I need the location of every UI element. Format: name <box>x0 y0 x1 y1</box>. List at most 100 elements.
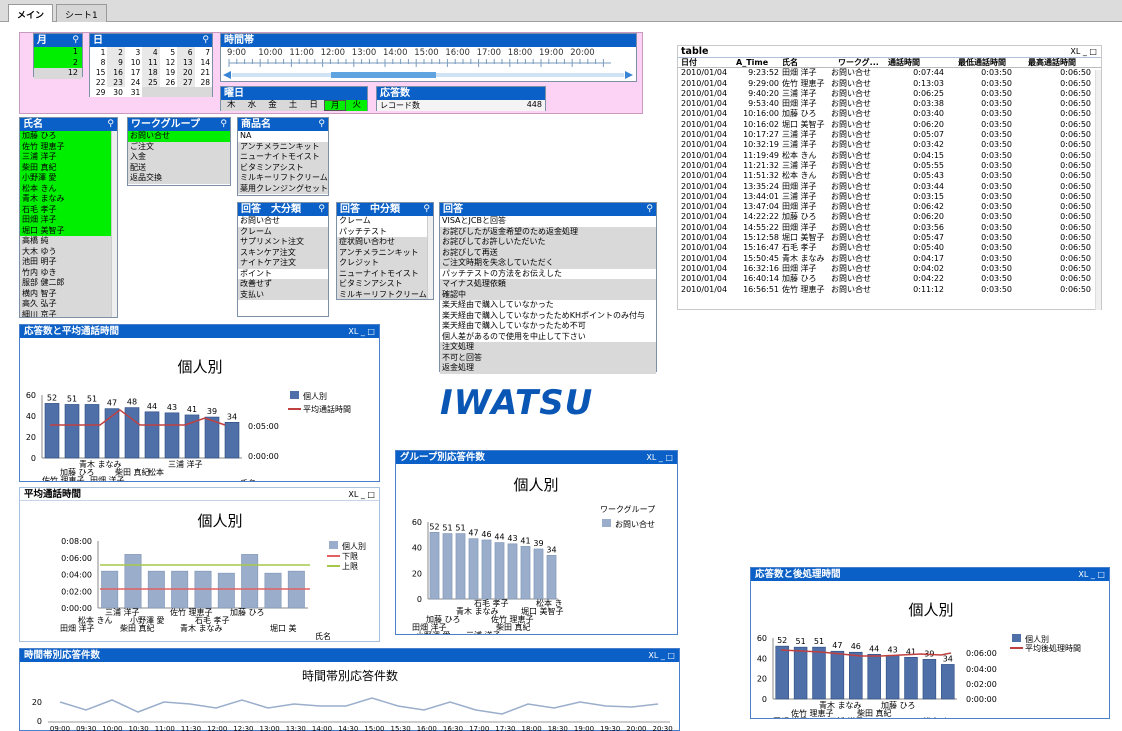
answer-item[interactable]: お詫びしたが返金希望のため返金処理 <box>440 226 656 237</box>
name-item[interactable]: 加藤 ひろ <box>20 131 117 142</box>
answer-item[interactable]: 楽天経由で購入していなかったためKHポイントのみ付与 <box>440 310 656 321</box>
answer-major-item[interactable]: お問い合せ <box>238 216 328 227</box>
window-controls[interactable]: XL _ □ <box>348 488 375 501</box>
answer-item[interactable]: ご注文時期を失念していただく <box>440 258 656 269</box>
day-cell[interactable]: 13 <box>177 57 195 67</box>
weekday-item[interactable]: 火 <box>346 100 368 111</box>
window-controls[interactable]: XL _ □ <box>648 649 675 662</box>
col-duration[interactable]: 通話時間 <box>888 58 954 68</box>
answer-major-item[interactable]: ナイトケア注文 <box>238 258 328 269</box>
weekday-item[interactable]: 水 <box>241 100 263 111</box>
table-row[interactable]: 2010/01/04 16:40:14 加藤 ひろ お問い合せ 0:04:22 0:03:… <box>678 274 1101 284</box>
tab-main[interactable]: メイン <box>8 4 54 23</box>
day-cell[interactable]: 24 <box>124 77 143 87</box>
table-row[interactable]: 2010/01/04 13:35:24 田畑 洋子 お問い合せ 0:03:44 0:03:… <box>678 182 1101 192</box>
answer-item[interactable]: 楽天経由で購入していなかった <box>440 300 656 311</box>
tab-sheet1[interactable]: シート1 <box>56 4 107 22</box>
window-controls[interactable]: XL _ □ <box>646 451 673 464</box>
day-cell[interactable]: 26 <box>159 77 178 87</box>
answer-mid-item[interactable]: アンチメラニンキット <box>337 247 433 258</box>
answer-item[interactable]: 返金処理 <box>440 363 656 374</box>
table-row[interactable]: 2010/01/04 15:12:58 堀口 美智子 お問い合せ 0:05:47 0:03… <box>678 233 1101 243</box>
answer-mid-item[interactable]: 症状問い合わせ <box>337 237 433 248</box>
day-cell[interactable] <box>159 87 178 97</box>
col-min-duration[interactable]: 最低通話時間 <box>958 58 1024 68</box>
workgroup-item[interactable]: お問い合せ <box>128 131 230 142</box>
name-item[interactable]: 小野澤 愛 <box>20 173 117 184</box>
day-cell[interactable]: 20 <box>177 67 195 77</box>
answer-item[interactable]: お詫びして再送 <box>440 247 656 258</box>
product-item[interactable]: アンチメラニンキット <box>238 141 328 152</box>
name-item[interactable]: 高久 弘子 <box>20 299 117 310</box>
name-item[interactable]: 佐竹 理恵子 <box>20 141 117 152</box>
day-cell[interactable]: 5 <box>159 47 178 57</box>
answer-item[interactable]: 個人差があるので使用を中止して下さい <box>440 331 656 342</box>
day-cell[interactable]: 15 <box>90 67 108 77</box>
table-row[interactable]: 2010/01/04 11:21:32 三浦 洋子 お問い合せ 0:05:55 0:03:… <box>678 161 1101 171</box>
weekday-item[interactable]: 日 <box>303 100 324 111</box>
table-row[interactable]: 2010/01/04 10:32:19 三浦 洋子 お問い合せ 0:03:42 0:03:… <box>678 140 1101 150</box>
col-atime[interactable]: A_Time <box>736 58 785 68</box>
table-row[interactable]: 2010/01/04 11:51:32 松本 きん お問い合せ 0:05:43 0:03:… <box>678 171 1101 181</box>
answer-item[interactable]: VISAとJCBと回答 <box>440 216 656 227</box>
day-cell[interactable]: 8 <box>90 57 108 67</box>
day-cell[interactable]: 27 <box>177 77 195 87</box>
answer-mid-item[interactable]: パッチテスト <box>337 226 433 237</box>
day-cell[interactable]: 29 <box>90 87 108 97</box>
product-item[interactable]: ニューナイトモイスト <box>238 152 328 163</box>
product-item[interactable]: 薬用クレンジングセット <box>238 183 328 194</box>
name-item[interactable]: 三浦 洋子 <box>20 152 117 163</box>
col-workgroup[interactable]: ワークグ... <box>838 58 883 68</box>
day-cell[interactable]: 2 <box>107 47 125 57</box>
answer-item[interactable]: パッチテストの方法をお伝えした <box>440 268 656 279</box>
table-row[interactable]: 2010/01/04 9:40:20 三浦 洋子 お問い合せ 0:06:25 0:03:5… <box>678 89 1101 99</box>
product-item[interactable]: NA <box>238 131 328 142</box>
day-cell[interactable]: 22 <box>90 77 108 87</box>
search-icon[interactable]: ⚲ <box>107 118 114 131</box>
day-cell[interactable]: 18 <box>142 67 160 77</box>
name-item[interactable]: 松本 きん <box>20 183 117 194</box>
month-item[interactable]: 1 <box>34 47 82 58</box>
table-row[interactable]: 2010/01/04 9:23:52 田畑 洋子 お問い合せ 0:07:44 0:03:5… <box>678 68 1101 78</box>
table-row[interactable]: 2010/01/04 10:17:27 三浦 洋子 お問い合せ 0:05:07 0:03:… <box>678 130 1101 140</box>
answer-item[interactable]: お詫びしてお許しいただいた <box>440 237 656 248</box>
day-cell[interactable]: 17 <box>124 67 143 77</box>
day-cell[interactable]: 10 <box>124 57 143 67</box>
day-cell[interactable]: 19 <box>159 67 178 77</box>
day-cell[interactable]: 23 <box>107 77 125 87</box>
day-cell[interactable]: 31 <box>124 87 143 97</box>
search-icon[interactable]: ⚲ <box>202 34 209 47</box>
answer-item[interactable]: 注文処理 <box>440 342 656 353</box>
name-item[interactable]: 池田 明子 <box>20 257 117 268</box>
day-cell[interactable]: 25 <box>142 77 160 87</box>
answer-mid-item[interactable]: ミルキーリフトクリーム <box>337 289 433 299</box>
table-row[interactable]: 2010/01/04 16:32:16 田畑 洋子 お問い合せ 0:04:02 0:03:… <box>678 264 1101 274</box>
month-item[interactable]: 2 <box>34 57 82 68</box>
day-cell[interactable]: 7 <box>194 47 212 57</box>
answer-major-item[interactable]: 支払い <box>238 289 328 300</box>
search-icon[interactable]: ⚲ <box>318 203 325 216</box>
day-cell[interactable]: 1 <box>90 47 108 57</box>
name-item[interactable]: 高橋 純 <box>20 236 117 247</box>
answer-mid-item[interactable]: ニューナイトモイスト <box>337 268 433 279</box>
day-cell[interactable] <box>142 87 160 97</box>
table-row[interactable]: 2010/01/04 11:19:49 松本 きん お問い合せ 0:04:15 0:03:… <box>678 151 1101 161</box>
table-row[interactable]: 2010/01/04 9:53:40 田畑 洋子 お問い合せ 0:03:38 0:03:5… <box>678 99 1101 109</box>
name-item[interactable]: 細川 京子 <box>20 309 117 317</box>
answer-major-item[interactable]: ポイント <box>238 268 328 279</box>
day-cell[interactable]: 4 <box>142 47 160 57</box>
workgroup-item[interactable]: ご注文 <box>128 141 230 152</box>
weekday-item[interactable]: 金 <box>262 100 283 111</box>
window-controls[interactable]: XL _ □ <box>1070 46 1097 58</box>
search-icon[interactable]: ⚲ <box>646 203 653 216</box>
col-date[interactable]: 日付 <box>681 58 733 68</box>
day-cell[interactable]: 16 <box>107 67 125 77</box>
name-item[interactable]: 横内 智子 <box>20 288 117 299</box>
day-cell[interactable]: 28 <box>194 77 212 87</box>
day-cell[interactable]: 21 <box>194 67 212 77</box>
day-cell[interactable]: 6 <box>177 47 195 57</box>
day-cell[interactable]: 30 <box>107 87 125 97</box>
table-row[interactable]: 2010/01/04 15:50:45 青木 まなみ お問い合せ 0:04:17 0:03… <box>678 254 1101 264</box>
table-row[interactable]: 2010/01/04 13:44:01 三浦 洋子 お問い合せ 0:03:15 0:03:… <box>678 192 1101 202</box>
name-item[interactable]: 田畑 洋子 <box>20 215 117 226</box>
